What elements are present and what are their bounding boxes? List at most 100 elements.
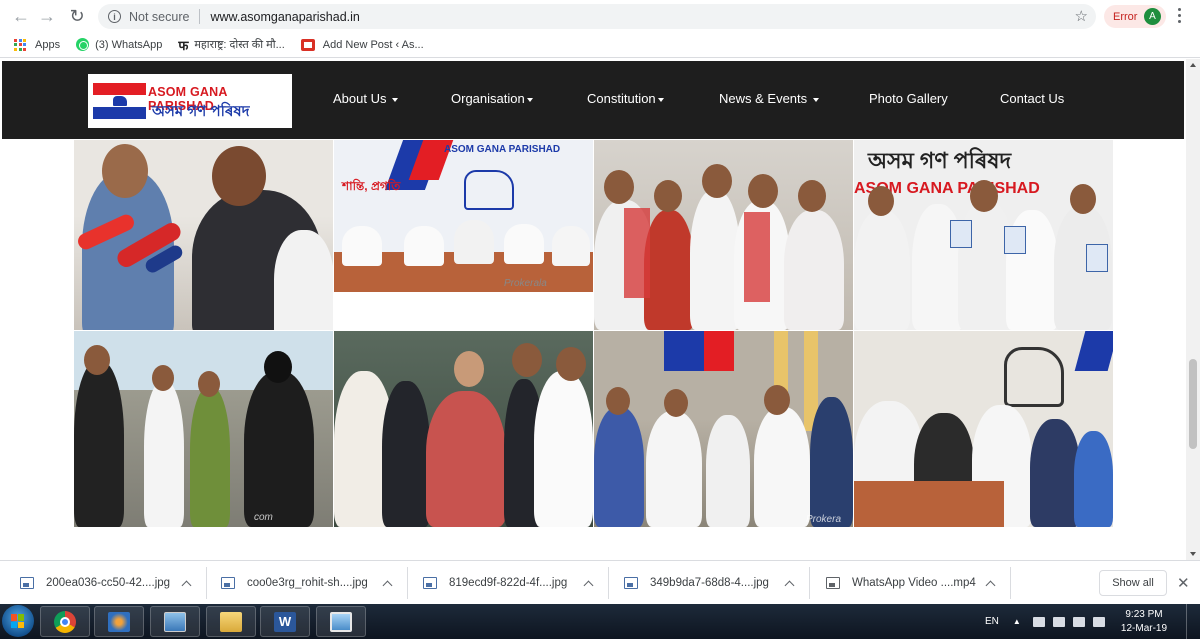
caret-down-icon <box>657 97 664 102</box>
apps-grid-icon <box>14 38 26 51</box>
windows-logo-icon <box>11 614 25 628</box>
taskbar-chrome[interactable] <box>40 606 90 637</box>
image-file-icon <box>624 577 638 589</box>
download-options-icon[interactable] <box>784 580 795 591</box>
security-label: Not secure <box>129 9 190 24</box>
profile-error-button[interactable]: Error A <box>1104 5 1166 28</box>
image-file-icon <box>423 577 437 589</box>
network-icon[interactable] <box>1052 616 1065 627</box>
image-file-icon <box>20 577 34 589</box>
site-header: ASOM GANA PARISHAD অসম গণ পৰিষদ About Us… <box>2 61 1184 139</box>
taskbar-computer[interactable] <box>150 606 200 637</box>
language-indicator[interactable]: EN <box>985 616 999 627</box>
taskbar-media-player[interactable] <box>94 606 144 637</box>
taskbar-word[interactable]: W <box>260 606 310 637</box>
banner-text-english: ASOM GANA PARISHAD <box>444 144 561 155</box>
download-options-icon[interactable] <box>181 580 192 591</box>
video-file-icon <box>826 577 840 589</box>
close-icon[interactable]: ✕ <box>1177 574 1190 592</box>
tray-expand-icon[interactable]: ▲ <box>1013 617 1021 626</box>
download-filename: 349b9da7-68d8-4....jpg <box>650 577 769 589</box>
media-player-icon <box>108 611 130 632</box>
download-options-icon[interactable] <box>583 580 594 591</box>
start-button[interactable] <box>2 605 34 637</box>
address-bar[interactable]: i Not secure www.asomganaparishad.in ☆ <box>98 4 1096 29</box>
taskbar-image-viewer[interactable] <box>316 606 366 637</box>
info-icon[interactable]: i <box>108 10 121 23</box>
show-desktop-button[interactable] <box>1186 604 1200 639</box>
bookmark-apps[interactable]: Apps <box>14 38 60 51</box>
nav-photo-gallery[interactable]: Photo Gallery <box>869 91 948 106</box>
show-all-button[interactable]: Show all <box>1099 570 1167 596</box>
browser-menu-icon[interactable] <box>1178 8 1182 23</box>
bookmark-label: महाराष्ट्र: दोस्त की मौ... <box>194 39 285 51</box>
taskbar-file-explorer[interactable] <box>206 606 256 637</box>
gallery-photo[interactable]: অসম গণ পৰিষদ ASOM GANA PARISHAD <box>854 140 1113 330</box>
caret-down-icon <box>526 97 533 102</box>
web-page: ASOM GANA PARISHAD অসম গণ পৰিষদ About Us… <box>0 59 1186 560</box>
download-filename: WhatsApp Video ....mp4 <box>852 577 976 589</box>
nav-constitution[interactable]: Constitution <box>587 91 664 106</box>
keyboard-icon[interactable] <box>1032 616 1045 627</box>
download-filename: coo0e3rg_rohit-sh....jpg <box>247 577 368 589</box>
caret-down-icon <box>812 97 819 102</box>
reload-icon[interactable]: ↻ <box>64 3 90 29</box>
gallery-photo[interactable] <box>334 331 593 527</box>
photo-gallery: ASOM GANA PARISHAD শান্তি, প্ৰগতি Proker… <box>74 140 1114 527</box>
bookmark-label: (3) WhatsApp <box>95 38 163 51</box>
site-logo[interactable]: ASOM GANA PARISHAD অসম গণ পৰিষদ <box>88 74 292 128</box>
scroll-up-arrow-icon[interactable] <box>1190 63 1196 67</box>
bookmark-news[interactable]: फ महाराष्ट्र: दोस्त की मौ... <box>178 36 284 54</box>
whatsapp-icon <box>76 38 90 51</box>
nav-about-us[interactable]: About Us <box>333 91 399 106</box>
nav-contact-us[interactable]: Contact Us <box>1000 91 1064 106</box>
bookmark-whatsapp[interactable]: (3) WhatsApp <box>76 38 162 51</box>
divider <box>206 567 207 599</box>
url-text[interactable]: www.asomganaparishad.in <box>210 10 359 24</box>
gallery-photo[interactable]: ASOM GANA PARISHAD শান্তি, প্ৰগতি Proker… <box>334 140 593 330</box>
word-icon: W <box>274 611 296 632</box>
nav-organisation[interactable]: Organisation <box>451 91 533 106</box>
banner-text-assamese: শান্তি, প্ৰগতি <box>342 179 401 193</box>
avatar[interactable]: A <box>1144 8 1161 25</box>
gallery-photo[interactable]: com <box>74 331 333 527</box>
forward-arrow-icon[interactable]: → <box>34 3 60 29</box>
download-options-icon[interactable] <box>382 580 393 591</box>
gallery-photo[interactable]: Prokera <box>594 331 853 527</box>
download-item[interactable]: coo0e3rg_rohit-sh....jpg <box>221 571 368 595</box>
caret-down-icon <box>392 97 399 102</box>
action-center-icon[interactable] <box>1072 616 1085 627</box>
divider <box>608 567 609 599</box>
error-label: Error <box>1113 10 1138 23</box>
divider <box>1010 567 1011 599</box>
browser-toolbar: ← → ↻ i Not secure www.asomganaparishad.… <box>0 0 1200 32</box>
post-icon <box>300 38 315 51</box>
volume-icon[interactable] <box>1092 616 1105 627</box>
download-item[interactable]: 200ea036-cc50-42....jpg <box>20 571 170 595</box>
download-options-icon[interactable] <box>985 580 996 591</box>
chrome-icon <box>54 610 76 633</box>
download-item[interactable]: WhatsApp Video ....mp4 <box>826 571 976 595</box>
download-item[interactable]: 819ecd9f-822d-4f....jpg <box>423 571 567 595</box>
page-scrollbar[interactable] <box>1186 59 1200 560</box>
clock[interactable]: 9:23 PM 12-Mar-19 <box>1118 608 1170 636</box>
download-item[interactable]: 349b9da7-68d8-4....jpg <box>624 571 769 595</box>
bookmark-star-icon[interactable]: ☆ <box>1075 7 1088 25</box>
clock-date: 12-Mar-19 <box>1120 623 1168 634</box>
system-tray: EN ▲ <box>985 604 1105 639</box>
omnibox-divider <box>199 9 201 24</box>
back-arrow-icon[interactable]: ← <box>8 3 34 29</box>
bookmark-add-post[interactable]: Add New Post ‹ As... <box>300 38 424 51</box>
logo-assamese-text: অসম গণ পৰিষদ <box>152 103 250 120</box>
computer-icon <box>164 611 186 632</box>
image-file-icon <box>221 577 235 589</box>
party-flag-icon <box>93 83 146 119</box>
nav-news-events[interactable]: News & Events <box>719 91 819 106</box>
gallery-photo[interactable] <box>854 331 1113 527</box>
download-filename: 819ecd9f-822d-4f....jpg <box>449 577 568 589</box>
gallery-photo[interactable] <box>594 140 853 330</box>
divider <box>407 567 408 599</box>
gallery-photo[interactable] <box>74 140 333 330</box>
scrollbar-thumb[interactable] <box>1189 359 1197 449</box>
scroll-down-arrow-icon[interactable] <box>1190 552 1196 556</box>
